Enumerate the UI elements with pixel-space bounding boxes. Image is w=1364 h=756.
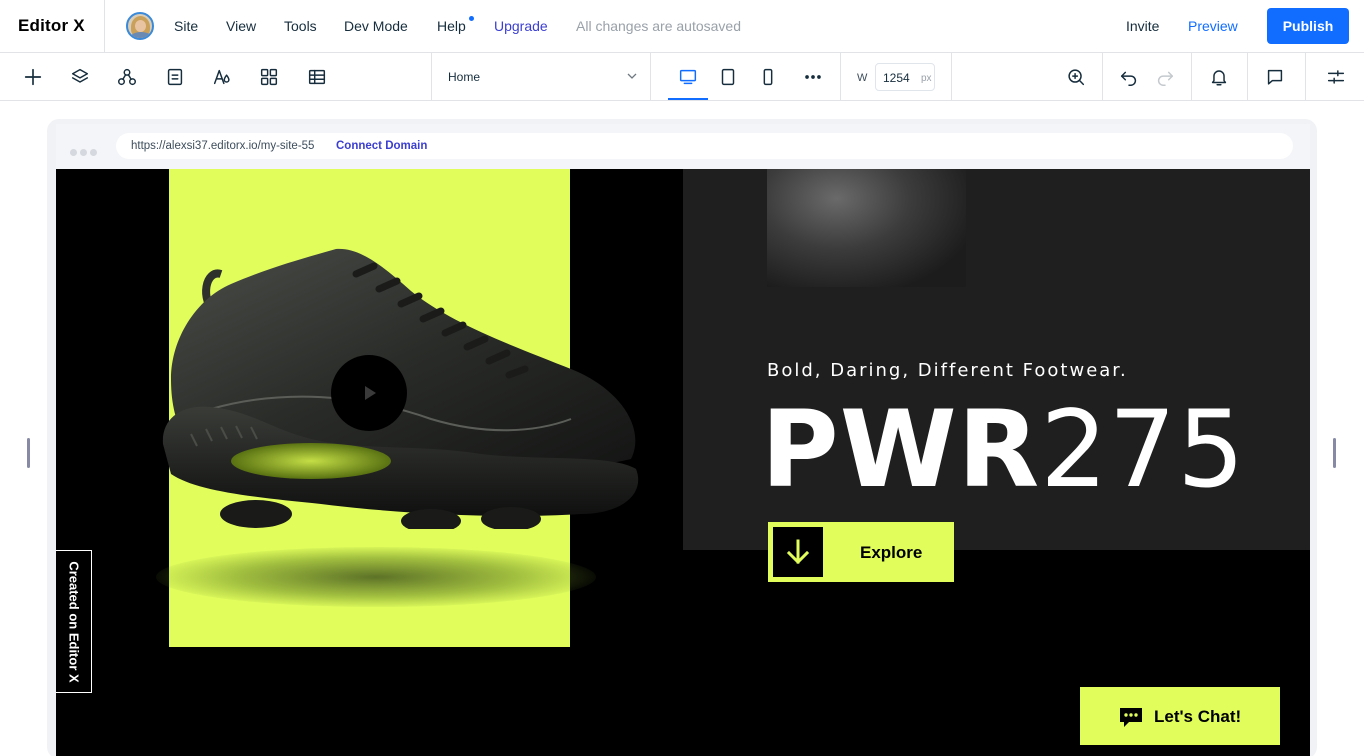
created-badge-label: Created on Editor X — [66, 560, 81, 683]
site-hero-section[interactable]: Bold, Daring, Different Footwear. PWR275… — [56, 169, 1310, 756]
zoom-icon[interactable] — [1064, 65, 1088, 89]
toolbar-divider — [1191, 53, 1192, 100]
explore-button[interactable]: Explore — [768, 522, 954, 582]
active-device-indicator — [668, 98, 708, 100]
shoe-shadow — [156, 547, 596, 607]
chevron-down-icon — [626, 69, 638, 83]
menu-help[interactable]: Help — [437, 18, 466, 34]
window-dots — [70, 143, 100, 161]
undo-icon[interactable] — [1117, 65, 1141, 89]
invite-button[interactable]: Invite — [1126, 18, 1159, 34]
avatar-body — [130, 32, 152, 38]
add-icon[interactable] — [21, 65, 45, 89]
width-input[interactable]: 1254 px — [875, 63, 935, 91]
right-resize-handle[interactable] — [1333, 438, 1336, 468]
help-notification-dot — [469, 16, 474, 21]
chat-label: Let's Chat! — [1154, 707, 1242, 726]
avatar-face — [135, 20, 146, 32]
top-bar: Editor X Site View Tools Dev Mode Help U… — [0, 0, 1364, 53]
menu-tools[interactable]: Tools — [284, 18, 317, 34]
video-play-button[interactable] — [331, 355, 407, 431]
play-icon — [365, 386, 376, 400]
autosave-status: All changes are autosaved — [576, 18, 741, 34]
texture-thumbnail-image[interactable] — [767, 169, 966, 287]
toolbar-divider — [951, 53, 952, 100]
menu-view[interactable]: View — [226, 18, 256, 34]
toolbar-divider — [1247, 53, 1248, 100]
hero-title[interactable]: PWR275 — [761, 395, 1246, 505]
theme-icon[interactable] — [210, 65, 234, 89]
width-unit: px — [921, 73, 932, 84]
width-label: W — [857, 72, 868, 84]
left-resize-handle[interactable] — [27, 438, 30, 468]
more-icon[interactable] — [801, 65, 825, 89]
publish-button[interactable]: Publish — [1267, 8, 1349, 44]
hero-tagline[interactable]: Bold, Daring, Different Footwear. — [767, 360, 1128, 381]
toolbar-divider — [1305, 53, 1306, 100]
redo-icon[interactable] — [1153, 65, 1177, 89]
browser-bar: https://alexsi37.editorx.io/my-site-55 C… — [56, 124, 1310, 169]
menu-upgrade[interactable]: Upgrade — [494, 18, 548, 34]
comments-icon[interactable] — [1263, 65, 1287, 89]
created-on-editor-x-badge[interactable]: Created on Editor X — [56, 550, 92, 693]
lets-chat-button[interactable]: Let's Chat! — [1080, 687, 1280, 745]
site-browser-preview: https://alexsi37.editorx.io/my-site-55 C… — [56, 124, 1310, 756]
logo-cell: Editor X — [0, 0, 105, 52]
user-avatar[interactable] — [126, 12, 154, 40]
components-icon[interactable] — [115, 65, 139, 89]
connect-domain-link[interactable]: Connect Domain — [336, 140, 427, 152]
editor-x-logo[interactable]: Editor X — [18, 16, 85, 36]
tablet-device-icon[interactable] — [716, 65, 740, 89]
menu-site[interactable]: Site — [174, 18, 198, 34]
toolbar-divider — [1102, 53, 1103, 100]
desktop-device-icon[interactable] — [676, 65, 700, 89]
page-selector-value: Home — [448, 70, 481, 84]
site-url: https://alexsi37.editorx.io/my-site-55 — [131, 140, 315, 152]
explore-label: Explore — [860, 543, 923, 562]
pages-icon[interactable] — [163, 65, 187, 89]
layers-icon[interactable] — [68, 65, 92, 89]
hero-title-light: 275 — [1040, 388, 1246, 511]
width-value: 1254 — [883, 71, 910, 85]
toolbar: Home W 1254 px — [0, 53, 1364, 101]
menu-dev-mode[interactable]: Dev Mode — [344, 18, 408, 34]
arrow-down-icon — [773, 527, 823, 577]
mobile-device-icon[interactable] — [756, 65, 780, 89]
cms-table-icon[interactable] — [305, 65, 329, 89]
hero-title-bold: PWR — [761, 388, 1041, 511]
toolbar-divider — [840, 53, 841, 100]
chat-bubble-icon — [1118, 706, 1144, 733]
url-bar: https://alexsi37.editorx.io/my-site-55 C… — [116, 133, 1293, 159]
preview-button[interactable]: Preview — [1188, 18, 1238, 34]
page-selector[interactable]: Home — [431, 53, 651, 100]
apps-icon[interactable] — [257, 65, 281, 89]
inspector-settings-icon[interactable] — [1324, 65, 1348, 89]
notifications-bell-icon[interactable] — [1207, 65, 1231, 89]
